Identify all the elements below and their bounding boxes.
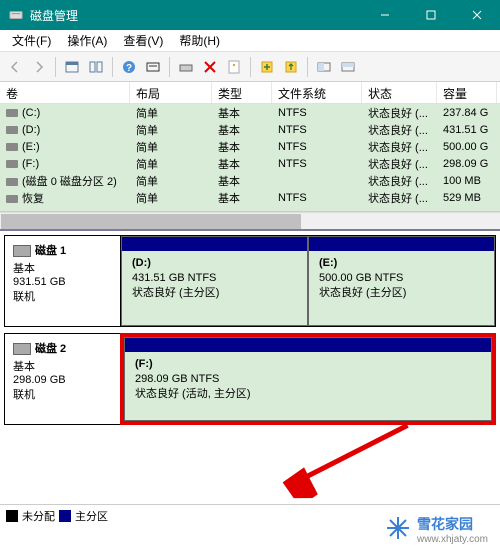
app-icon <box>8 7 24 23</box>
header-volume[interactable]: 卷 <box>0 82 130 103</box>
toolbar-icon-3[interactable] <box>142 56 164 78</box>
svg-text:?: ? <box>126 63 132 74</box>
volume-icon <box>6 178 18 186</box>
table-row[interactable]: (磁盘 0 磁盘分区 2)简单基本状态良好 (...100 MB <box>0 172 500 189</box>
toolbar-icon-7[interactable] <box>313 56 335 78</box>
partition[interactable]: (F:)298.09 GB NTFS状态良好 (活动, 主分区) <box>124 337 492 421</box>
menu-action[interactable]: 操作(A) <box>59 30 115 51</box>
menu-help[interactable]: 帮助(H) <box>171 30 228 51</box>
table-row[interactable]: (F:)简单基本NTFS状态良好 (...298.09 G <box>0 155 500 172</box>
disk-row: 磁盘 2基本298.09 GB联机(F:)298.09 GB NTFS状态良好 … <box>4 333 496 425</box>
partition-header <box>309 237 494 251</box>
menu-view[interactable]: 查看(V) <box>115 30 171 51</box>
toolbar-icon-1[interactable] <box>61 56 83 78</box>
table-body: (C:)简单基本NTFS状态良好 (...237.84 G(D:)简单基本NTF… <box>0 104 500 212</box>
disk-row: 磁盘 1基本931.51 GB联机(D:)431.51 GB NTFS状态良好 … <box>4 235 496 327</box>
header-layout[interactable]: 布局 <box>130 82 212 103</box>
toolbar-icon-6[interactable] <box>280 56 302 78</box>
toolbar-icon-8[interactable] <box>337 56 359 78</box>
volume-table: 卷 布局 类型 文件系统 状态 容量 (C:)简单基本NTFS状态良好 (...… <box>0 82 500 212</box>
table-header: 卷 布局 类型 文件系统 状态 容量 <box>0 82 500 104</box>
close-button[interactable] <box>454 0 500 30</box>
properties-icon[interactable] <box>223 56 245 78</box>
disk-label[interactable]: 磁盘 1基本931.51 GB联机 <box>4 235 120 327</box>
partition-header <box>122 237 307 251</box>
toolbar-icon-5[interactable] <box>256 56 278 78</box>
watermark-brand: 雪花家园 <box>417 516 473 532</box>
disk-partitions: (D:)431.51 GB NTFS状态良好 (主分区)(E:)500.00 G… <box>120 235 496 327</box>
disk-panel: 磁盘 1基本931.51 GB联机(D:)431.51 GB NTFS状态良好 … <box>0 229 500 479</box>
watermark-site: www.xhjaty.com <box>417 534 488 545</box>
toolbar-icon-2[interactable] <box>85 56 107 78</box>
volume-icon <box>6 126 18 134</box>
header-capacity[interactable]: 容量 <box>437 82 497 103</box>
volume-icon <box>6 143 18 151</box>
titlebar: 磁盘管理 <box>0 0 500 30</box>
disk-partitions: (F:)298.09 GB NTFS状态良好 (活动, 主分区) <box>120 333 496 425</box>
volume-icon <box>6 160 18 168</box>
disk-label[interactable]: 磁盘 2基本298.09 GB联机 <box>4 333 120 425</box>
back-button[interactable] <box>4 56 26 78</box>
snowflake-icon <box>385 515 411 544</box>
partition-header <box>125 338 491 352</box>
legend-primary: 主分区 <box>75 508 108 524</box>
forward-button[interactable] <box>28 56 50 78</box>
maximize-button[interactable] <box>408 0 454 30</box>
disk-icon <box>13 245 31 257</box>
disk-icon <box>13 343 31 355</box>
help-icon[interactable]: ? <box>118 56 140 78</box>
watermark: 雪花家园 www.xhjaty.com <box>379 511 494 548</box>
toolbar-icon-4[interactable] <box>175 56 197 78</box>
table-row[interactable]: (D:)简单基本NTFS状态良好 (...431.51 G <box>0 121 500 138</box>
partition[interactable]: (D:)431.51 GB NTFS状态良好 (主分区) <box>121 236 308 326</box>
volume-icon <box>6 109 18 117</box>
table-row[interactable]: (C:)简单基本NTFS状态良好 (...237.84 G <box>0 104 500 121</box>
table-horizontal-scrollbar[interactable] <box>0 212 500 229</box>
table-row[interactable]: 恢复简单基本NTFS状态良好 (...529 MB <box>0 189 500 206</box>
minimize-button[interactable] <box>362 0 408 30</box>
toolbar: ? <box>0 52 500 82</box>
menu-file[interactable]: 文件(F) <box>4 30 59 51</box>
menubar: 文件(F) 操作(A) 查看(V) 帮助(H) <box>0 30 500 52</box>
header-status[interactable]: 状态 <box>362 82 437 103</box>
header-type[interactable]: 类型 <box>212 82 272 103</box>
partition[interactable]: (E:)500.00 GB NTFS状态良好 (主分区) <box>308 236 495 326</box>
table-row[interactable]: (E:)简单基本NTFS状态良好 (...500.00 G <box>0 138 500 155</box>
legend-swatch-unallocated <box>6 510 18 522</box>
delete-icon[interactable] <box>199 56 221 78</box>
legend-unallocated: 未分配 <box>22 508 55 524</box>
legend-swatch-primary <box>59 510 71 522</box>
volume-icon <box>6 195 18 203</box>
window-title: 磁盘管理 <box>30 7 362 24</box>
header-filesystem[interactable]: 文件系统 <box>272 82 362 103</box>
